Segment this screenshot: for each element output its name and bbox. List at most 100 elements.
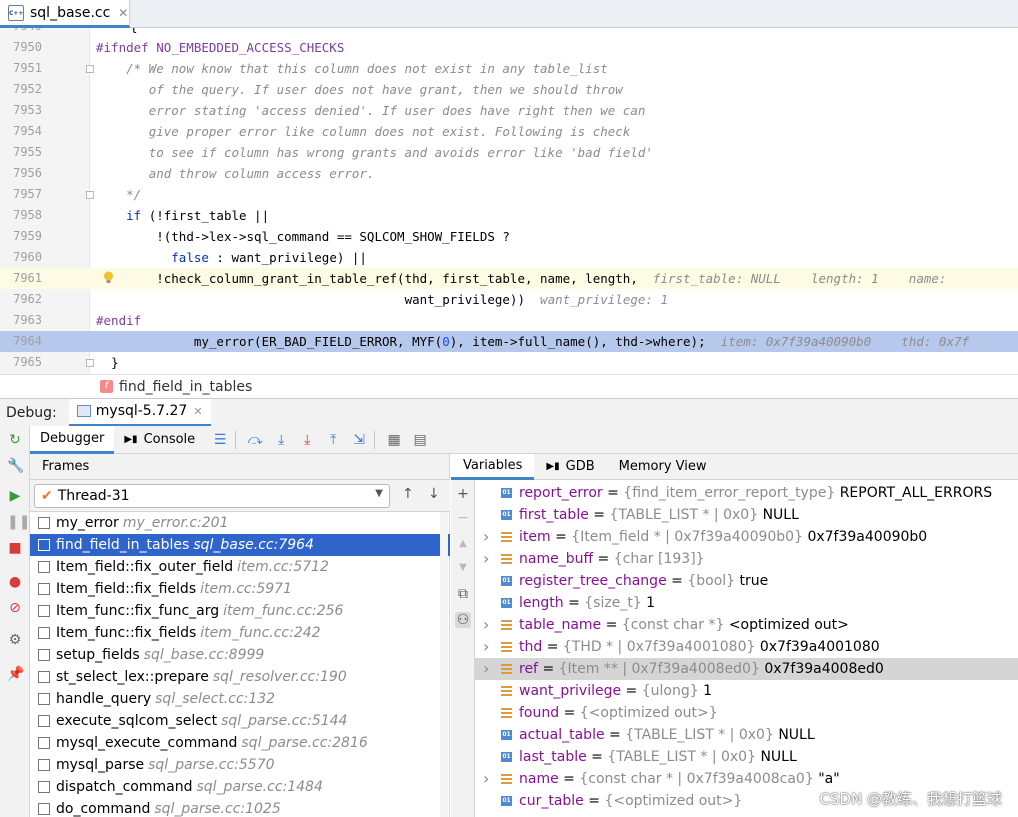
glasses-icon[interactable]: ⚇ xyxy=(455,612,471,628)
code-line[interactable]: 7951 /* We now know that this column doe… xyxy=(0,58,1018,79)
add-watch-icon[interactable]: + xyxy=(455,486,471,502)
tab-console[interactable]: ▶▮ Console xyxy=(114,426,205,454)
stack-frame[interactable]: Item_field::fix_outer_field item.cc:5712 xyxy=(30,556,450,578)
variable-row[interactable]: › item = {Item_field * | 0x7f39a40090b0} … xyxy=(475,526,1018,548)
frame-icon xyxy=(38,781,50,793)
copy-icon[interactable]: ⧉ xyxy=(455,586,471,602)
variable-row[interactable]: want_privilege = {ulong} 1 xyxy=(475,680,1018,702)
expand-chevron-icon[interactable]: › xyxy=(483,526,489,548)
arrow-down-icon[interactable]: ↓ xyxy=(428,486,440,502)
code-line[interactable]: 7963 #endif xyxy=(0,310,1018,331)
variable-row[interactable]: 01 first_table = {TABLE_LIST * | 0x0} NUL… xyxy=(475,504,1018,526)
variable-row[interactable]: 01 actual_table = {TABLE_LIST * | 0x0} NU… xyxy=(475,724,1018,746)
expand-chevron-icon[interactable]: › xyxy=(483,614,489,636)
code-line[interactable]: 7961 !check_column_grant_in_table_ref(th… xyxy=(0,268,1018,289)
stack-frame[interactable]: mysql_execute_command sql_parse.cc:2816 xyxy=(30,732,450,754)
variable-row[interactable]: › name = {const char * | 0x7f39a4008ca0} … xyxy=(475,768,1018,790)
variable-row[interactable]: › ref = {Item ** | 0x7f39a4008ed0} 0x7f39… xyxy=(475,658,1018,680)
variable-name: want_privilege xyxy=(519,683,622,699)
gear-icon[interactable]: ⚙ xyxy=(7,632,23,648)
run-to-cursor-icon[interactable]: ⇲ xyxy=(348,429,370,451)
close-icon[interactable]: ✕ xyxy=(118,6,128,20)
stack-frame[interactable]: dispatch_command sql_parse.cc:1484 xyxy=(30,776,450,798)
editor-tab-sql-base[interactable]: C++ sql_base.cc ✕ xyxy=(0,0,130,28)
debug-side-toolbar: ↻ 🔧 ▶ ❚❚ ■ ● ⊘ ⚙ 📌 xyxy=(0,426,30,817)
restore-layout-icon[interactable]: ▤ xyxy=(409,429,431,451)
number-literal: 0 xyxy=(442,334,450,349)
resume-icon[interactable]: ▶ xyxy=(7,488,23,504)
code-segment: my_error(ER_BAD_FIELD_ERROR, MYF( xyxy=(193,334,443,349)
variable-row[interactable]: 01 last_table = {TABLE_LIST * | 0x0} NULL xyxy=(475,746,1018,768)
tab-debugger[interactable]: Debugger xyxy=(30,425,115,454)
pin-icon[interactable]: 📌 xyxy=(7,666,24,682)
arrow-up-icon[interactable]: ↑ xyxy=(402,486,414,502)
variable-row[interactable]: › thd = {THD * | 0x7f39a4001080} 0x7f39a4… xyxy=(475,636,1018,658)
code-editor[interactable]: 7949 {7950 #ifndef NO_EMBEDDED_ACCESS_CHEC… xyxy=(0,28,1018,374)
code-line[interactable]: 7954 give proper error like column does … xyxy=(0,121,1018,142)
stack-frame[interactable]: st_select_lex::prepare sql_resolver.cc:19… xyxy=(30,666,450,688)
code-line[interactable]: 7957 */ xyxy=(0,184,1018,205)
step-into-icon[interactable]: ⤓ xyxy=(296,429,318,451)
stack-frame[interactable]: do_command sql_parse.cc:1025 xyxy=(30,798,450,817)
show-execution-point-icon[interactable]: ⤼ xyxy=(244,429,266,451)
code-line[interactable]: 7964 my_error(ER_BAD_FIELD_ERROR, MYF(0)… xyxy=(0,331,1018,352)
frames-scrollbar[interactable] xyxy=(440,512,448,817)
rerun-icon[interactable]: ↻ xyxy=(7,432,23,448)
expand-chevron-icon[interactable]: › xyxy=(483,636,489,658)
step-over-icon[interactable]: ⤓ xyxy=(270,429,292,451)
code-line[interactable]: 7958 if (!first_table || xyxy=(0,205,1018,226)
code-line[interactable]: 7962 want_privilege)) want_privilege: 1 xyxy=(0,289,1018,310)
stack-frame[interactable]: handle_query sql_select.cc:132 xyxy=(30,688,450,710)
step-out-icon[interactable]: ⤒ xyxy=(322,429,344,451)
tab-variables[interactable]: Variables xyxy=(451,453,535,480)
code-line[interactable]: 7952 of the query. If user does not have… xyxy=(0,79,1018,100)
layout-menu-icon[interactable]: ☰ xyxy=(209,429,231,451)
fold-marker-icon[interactable] xyxy=(86,65,94,73)
code-line[interactable]: 7956 and throw column access error. xyxy=(0,163,1018,184)
remove-watch-icon[interactable]: − xyxy=(455,510,471,526)
stack-frame[interactable]: my_error my_error.c:201 xyxy=(30,512,450,534)
stack-frame[interactable]: Item_func::fix_fields item_func.cc:242 xyxy=(30,622,450,644)
breadcrumb[interactable]: f find_field_in_tables xyxy=(0,374,1018,398)
fold-marker-icon[interactable] xyxy=(86,359,94,367)
code-line[interactable]: 7959 !(thd->lex->sql_command == SQLCOM_S… xyxy=(0,226,1018,247)
code-line[interactable]: 7953 error stating 'access denied'. If u… xyxy=(0,100,1018,121)
code-line[interactable]: 7960 false : want_privilege) || xyxy=(0,247,1018,268)
code-line[interactable]: 7965 } xyxy=(0,352,1018,373)
close-icon[interactable]: ✕ xyxy=(193,405,202,418)
variable-row[interactable]: found = {<optimized out>} xyxy=(475,702,1018,724)
variable-row[interactable]: › name_buff = {char [193]} xyxy=(475,548,1018,570)
breadcrumb-function[interactable]: find_field_in_tables xyxy=(119,379,252,395)
variable-row[interactable]: › table_name = {const char *} <optimized … xyxy=(475,614,1018,636)
move-down-icon[interactable]: ▼ xyxy=(455,560,471,576)
debug-session-tab[interactable]: mysql-5.7.27 ✕ xyxy=(68,398,211,427)
settings-wrench-icon[interactable]: 🔧 xyxy=(7,458,24,474)
stack-frame[interactable]: execute_sqlcom_select sql_parse.cc:5144 xyxy=(30,710,450,732)
expand-chevron-icon[interactable]: › xyxy=(483,658,489,680)
stack-frame[interactable]: mysql_parse sql_parse.cc:5570 xyxy=(30,754,450,776)
mute-breakpoints-icon[interactable]: ⊘ xyxy=(7,600,23,616)
expand-chevron-icon[interactable]: › xyxy=(483,768,489,790)
thread-select[interactable]: ✔ Thread-31 ▼ xyxy=(34,484,390,508)
stack-frame[interactable]: setup_fields sql_base.cc:8999 xyxy=(30,644,450,666)
stack-frame[interactable]: Item_field::fix_fields item.cc:5971 xyxy=(30,578,450,600)
stack-frame[interactable]: Item_func::fix_func_arg item_func.cc:256 xyxy=(30,600,450,622)
expand-chevron-icon[interactable]: › xyxy=(483,548,489,570)
tab-memory-view[interactable]: Memory View xyxy=(607,454,719,480)
variable-row[interactable]: 01 register_tree_change = {bool} true xyxy=(475,570,1018,592)
view-breakpoints-icon[interactable]: ● xyxy=(7,574,23,590)
pause-icon[interactable]: ❚❚ xyxy=(7,514,30,530)
tab-gdb[interactable]: ▶▮ GDB xyxy=(534,454,606,480)
stop-icon[interactable]: ■ xyxy=(7,540,23,556)
lightbulb-icon[interactable] xyxy=(103,271,114,285)
object-value-icon xyxy=(501,664,512,674)
code-line[interactable]: 7950 #ifndef NO_EMBEDDED_ACCESS_CHECKS xyxy=(0,37,1018,58)
move-up-icon[interactable]: ▲ xyxy=(455,536,471,552)
code-line[interactable]: 7949 { xyxy=(0,28,1018,37)
evaluate-expression-icon[interactable]: ▦ xyxy=(383,429,405,451)
variable-row[interactable]: 01 length = {size_t} 1 xyxy=(475,592,1018,614)
fold-marker-icon[interactable] xyxy=(86,191,94,199)
code-line[interactable]: 7955 to see if column has wrong grants a… xyxy=(0,142,1018,163)
stack-frame[interactable]: find_field_in_tables sql_base.cc:7964 xyxy=(30,534,450,556)
variable-row[interactable]: 01 report_error = {find_item_error_report… xyxy=(475,482,1018,504)
